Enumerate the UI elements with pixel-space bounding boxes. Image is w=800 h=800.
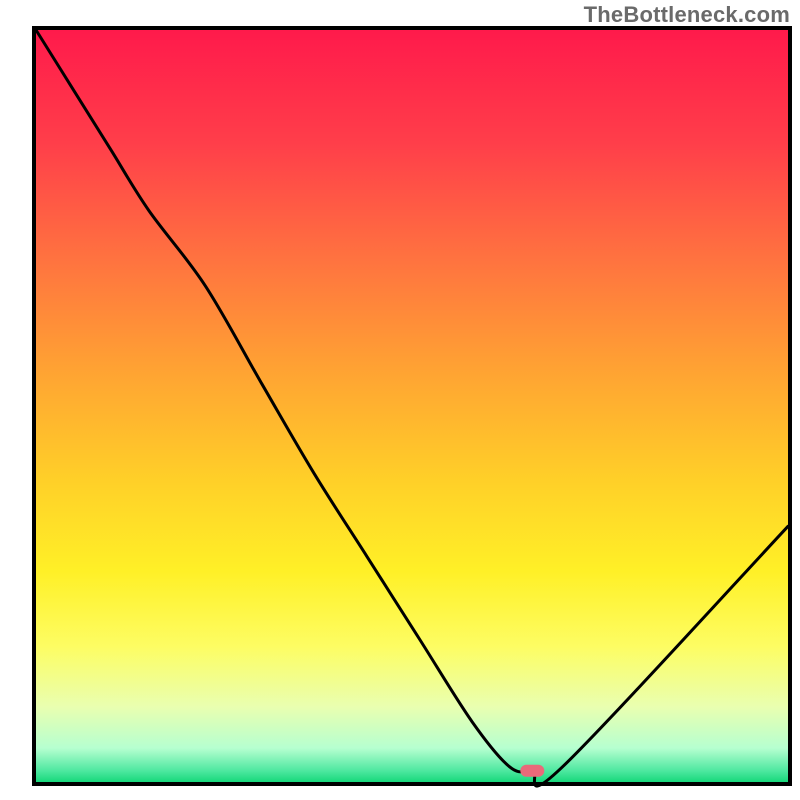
gradient-background (36, 30, 788, 782)
chart-container: TheBottleneck.com (0, 0, 800, 800)
bottleneck-chart (0, 0, 800, 800)
watermark-text: TheBottleneck.com (584, 2, 790, 28)
optimal-marker (520, 765, 544, 777)
